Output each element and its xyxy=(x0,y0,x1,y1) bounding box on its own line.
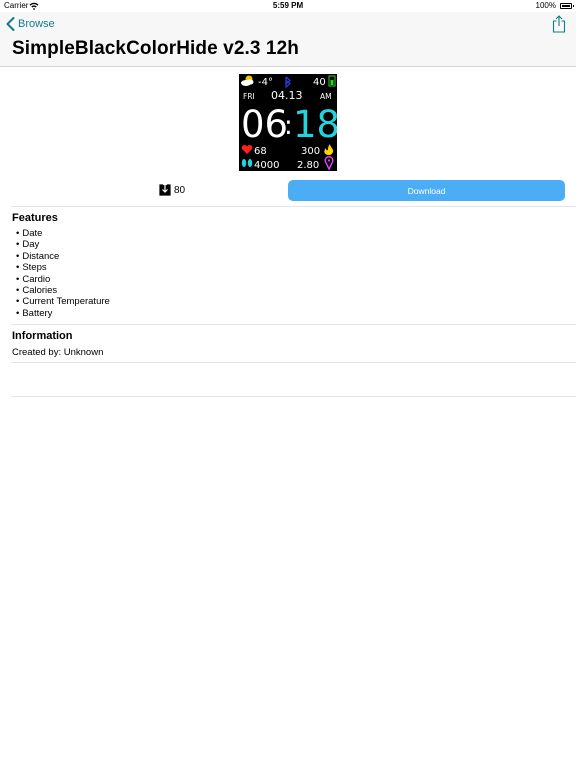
download-count-value: 80 xyxy=(174,184,186,196)
minute-display: 18 xyxy=(293,103,337,146)
back-button[interactable]: Browse xyxy=(6,16,55,32)
stats-bar: 80 Download xyxy=(0,178,576,205)
back-label: Browse xyxy=(18,18,55,30)
hour-display: 06 xyxy=(241,103,288,146)
information-heading: Information xyxy=(12,330,73,342)
list-item: Cardio xyxy=(16,274,110,285)
divider xyxy=(11,396,576,397)
divider xyxy=(11,362,576,363)
list-item: Current Temperature xyxy=(16,296,109,307)
day-label: FRI xyxy=(243,92,255,101)
chevron-left-icon xyxy=(6,17,15,31)
status-time: 5:59 PM xyxy=(272,1,304,10)
created-by: Created by: Unknown xyxy=(12,347,104,358)
battery-percent: 100% xyxy=(535,1,556,10)
steps: 4000 xyxy=(254,160,279,171)
status-bar: Carrier 5:59 PM 100% xyxy=(0,0,576,12)
navigation-bar: Browse SimpleBlackColorHide v2.3 12h xyxy=(0,12,576,67)
date-label: 04.13 xyxy=(271,89,303,102)
list-item: Steps xyxy=(16,262,110,273)
watchface-preview: -4° 40 FRI 04.13 AM 06 : 18 68 300 4000 … xyxy=(239,74,337,171)
period-label: AM xyxy=(320,92,332,101)
list-item: Calories xyxy=(16,285,110,296)
list-item: Battery xyxy=(16,308,110,319)
share-icon[interactable] xyxy=(552,15,566,33)
heart-rate: 68 xyxy=(254,146,267,157)
calories: 300 xyxy=(301,146,320,157)
list-item: Day xyxy=(16,239,110,250)
page-title: SimpleBlackColorHide v2.3 12h xyxy=(12,38,299,59)
battery-level: 40 xyxy=(313,77,326,88)
time-colon: : xyxy=(284,111,293,141)
download-count: 80 xyxy=(159,184,185,196)
divider xyxy=(11,206,576,207)
download-button[interactable]: Download xyxy=(288,180,565,201)
distance: 2.80 xyxy=(297,160,319,171)
features-heading: Features xyxy=(12,212,58,224)
divider xyxy=(11,324,576,325)
features-list: Date Day Distance Steps Cardio Calories … xyxy=(16,228,110,319)
list-item: Distance xyxy=(16,251,110,262)
list-item: Date xyxy=(16,228,110,239)
battery-icon xyxy=(560,3,574,9)
temperature: -4° xyxy=(258,77,273,88)
download-icon xyxy=(159,184,171,196)
